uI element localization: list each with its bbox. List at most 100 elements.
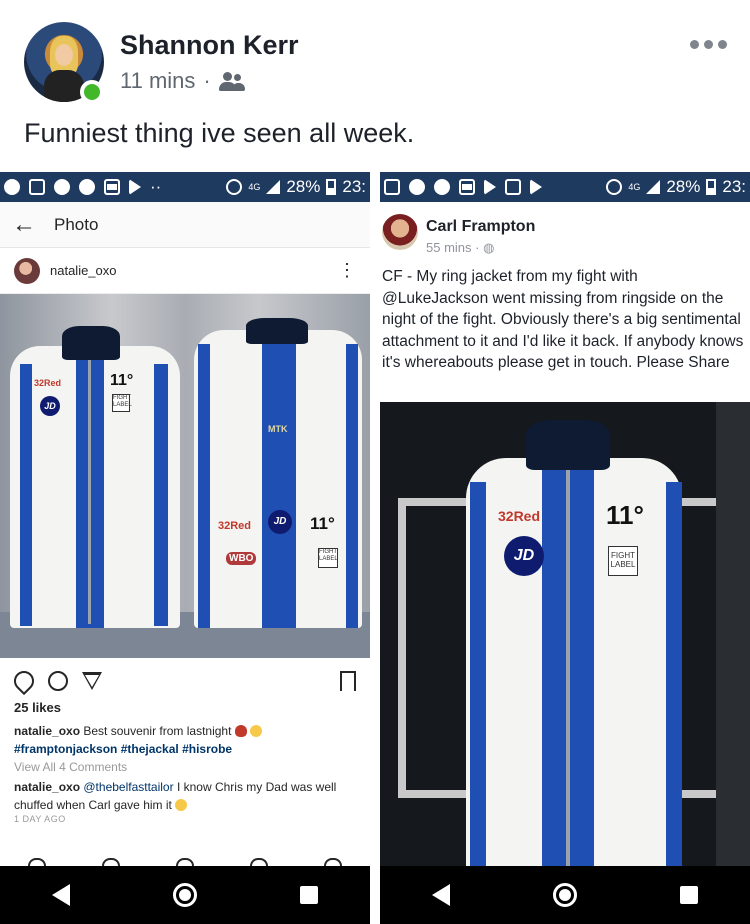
robe-collar xyxy=(526,420,610,470)
play-store-icon xyxy=(530,179,542,195)
more-options-button[interactable] xyxy=(688,34,728,54)
more-horizontal-icon xyxy=(689,39,699,49)
notification-icon xyxy=(384,179,400,195)
search-tab-icon[interactable] xyxy=(102,858,120,866)
status-bar: 4G 28% 23: xyxy=(380,172,750,202)
activity-tab-icon[interactable] xyxy=(250,858,268,866)
inner-author-avatar[interactable] xyxy=(382,214,418,250)
play-store-icon xyxy=(484,179,496,195)
post-header: Shannon Kerr 11 mins · xyxy=(0,0,750,110)
clock: 23: xyxy=(722,177,746,196)
alarm-icon xyxy=(606,179,623,195)
signal-icon xyxy=(646,180,661,194)
android-nav-bar xyxy=(380,866,750,924)
comment-username[interactable]: natalie_oxo xyxy=(14,780,80,794)
sponsor-logo: 11° xyxy=(110,372,134,389)
battery-icon xyxy=(706,179,717,195)
comment-mention[interactable]: @thebelfasttailor xyxy=(83,780,173,794)
nav-back-icon[interactable] xyxy=(51,884,70,906)
boxing-glove-icon xyxy=(234,725,247,737)
share-icon[interactable] xyxy=(82,672,102,690)
sponsor-logo: 11° xyxy=(606,500,644,530)
back-arrow-icon[interactable]: ← xyxy=(12,211,36,239)
like-icon[interactable] xyxy=(9,666,39,696)
username[interactable]: natalie_oxo xyxy=(50,263,117,278)
avatar-body xyxy=(44,70,84,102)
facebook-screenshot[interactable]: 4G 28% 23: Carl Frampton 55 mins · ◍ CF … xyxy=(380,172,750,924)
record-icon xyxy=(54,179,70,195)
jd-logo: JD xyxy=(40,396,60,416)
sync-icon xyxy=(434,179,450,195)
post-time[interactable]: 11 mins xyxy=(120,68,195,94)
online-status-icon xyxy=(80,80,104,104)
android-nav-bar xyxy=(0,866,370,924)
overflow-dots: ·· xyxy=(150,177,162,196)
jd-logo: JD xyxy=(504,536,544,576)
nav-recents-icon[interactable] xyxy=(680,886,699,904)
network-type: 4G xyxy=(248,182,261,192)
sponsor-logo: 32Red xyxy=(498,508,541,524)
image-icon xyxy=(459,179,475,195)
notification-icon xyxy=(29,179,45,195)
likes-count[interactable]: 25 likes xyxy=(14,700,61,715)
fight-label-logo: FIGHT LABEL xyxy=(112,394,132,412)
post-options-icon[interactable]: ⋮ xyxy=(338,260,356,281)
nav-recents-icon[interactable] xyxy=(300,886,319,904)
play-store-icon xyxy=(129,179,141,195)
comment-icon[interactable] xyxy=(48,671,68,691)
add-tab-icon[interactable] xyxy=(176,858,194,866)
view-all-comments-link[interactable]: View All 4 Comments xyxy=(14,760,127,774)
sponsor-logo: 32Red xyxy=(218,520,252,532)
nav-home-icon[interactable] xyxy=(552,883,577,907)
fight-label-logo: FIGHT LABEL xyxy=(318,548,338,568)
comment: natalie_oxo @thebelfasttailor I know Chr… xyxy=(14,778,364,814)
smile-icon xyxy=(175,799,188,811)
record-icon xyxy=(409,179,425,195)
profile-tab-icon[interactable] xyxy=(324,858,342,866)
instagram-screenshot[interactable]: ·· 4G 28% 23: ← Photo natalie_oxo ⋮ 32Re… xyxy=(0,172,370,924)
meta-separator: · xyxy=(203,68,211,93)
robe-collar xyxy=(62,326,120,360)
post-text: Funniest thing ive seen all week. xyxy=(24,118,415,148)
battery-icon xyxy=(326,179,337,195)
nav-home-icon[interactable] xyxy=(172,883,197,907)
network-type: 4G xyxy=(628,182,641,192)
battery-percent: 28% xyxy=(666,177,701,196)
post-timestamp: 1 DAY AGO xyxy=(14,814,66,824)
fight-label-logo: FIGHT LABEL xyxy=(608,546,638,576)
image-icon xyxy=(104,179,120,195)
caption-username[interactable]: natalie_oxo xyxy=(14,724,80,738)
caption: natalie_oxo Best souvenir from lastnight… xyxy=(14,722,362,758)
sim-icon xyxy=(505,179,521,195)
post-photo[interactable]: 32Red 11° JD FIGHT LABEL MTK 32Red JD 11… xyxy=(0,294,370,658)
friends-icon[interactable] xyxy=(218,71,245,91)
post-meta: 11 mins · xyxy=(120,68,245,94)
avatar-face xyxy=(55,44,73,66)
home-tab-icon[interactable] xyxy=(28,858,46,866)
battery-percent: 28% xyxy=(286,177,321,196)
alarm-icon xyxy=(226,179,243,195)
bookmark-icon[interactable] xyxy=(340,671,356,691)
author-name[interactable]: Shannon Kerr xyxy=(120,30,299,61)
post-user-row: natalie_oxo ⋮ xyxy=(0,248,370,294)
inner-post-header: Carl Frampton 55 mins · ◍ xyxy=(380,202,750,260)
status-bar: ·· 4G 28% 23: xyxy=(0,172,370,202)
inner-post-photo[interactable]: 32Red 11° JD FIGHT LABEL xyxy=(380,402,750,866)
inner-author-name[interactable]: Carl Frampton xyxy=(426,218,535,236)
hashtags[interactable]: #framptonjackson #thejackal #hisrobe xyxy=(14,742,232,756)
whatsapp-icon xyxy=(4,179,20,195)
nav-back-icon[interactable] xyxy=(431,884,450,906)
page-title: Photo xyxy=(54,214,99,234)
instagram-top-bar: ← Photo xyxy=(0,202,370,248)
mtk-logo: MTK xyxy=(268,424,288,434)
jd-logo: JD xyxy=(268,510,292,534)
sync-icon xyxy=(79,179,95,195)
signal-icon xyxy=(266,180,281,194)
caption-text: Best souvenir from lastnight xyxy=(83,724,232,738)
inner-post-text: CF - My ring jacket from my fight with @… xyxy=(382,268,744,372)
sponsor-logo: 11° xyxy=(310,514,335,533)
inner-post-meta[interactable]: 55 mins · ◍ xyxy=(426,240,494,256)
post-actions xyxy=(0,666,370,696)
user-avatar[interactable] xyxy=(14,257,40,284)
smile-icon xyxy=(250,725,263,737)
